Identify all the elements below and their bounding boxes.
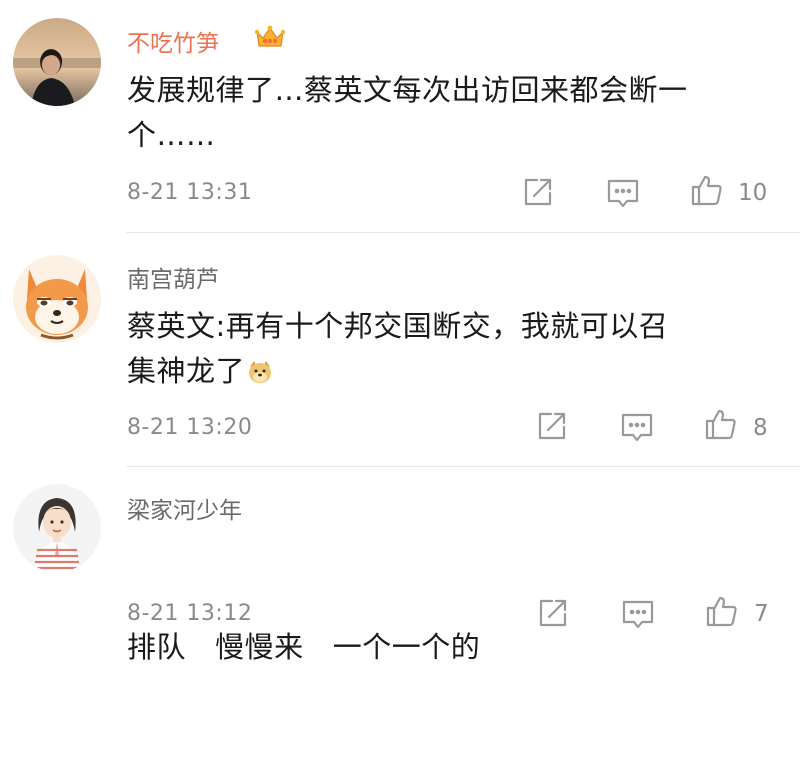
comment-text: 发展规律了…蔡英文每次出访回来都会断一 个……: [127, 68, 777, 158]
repost-icon[interactable]: [535, 409, 569, 443]
comment-item: 南宫葫芦 蔡英文:再有十个邦交国断交，我就可以召 集神龙了 8-21 13:20: [0, 233, 800, 466]
username[interactable]: 不吃竹笋: [127, 24, 219, 58]
like-count: 8: [753, 415, 768, 441]
comment-text: 排队 慢慢来 一个一个的: [127, 535, 777, 760]
timestamp: 8-21 13:31: [127, 180, 253, 205]
comment-icon[interactable]: [606, 177, 640, 211]
avatar[interactable]: [13, 18, 101, 106]
comment-icon[interactable]: [621, 598, 655, 632]
like-count: 10: [738, 180, 768, 206]
avatar[interactable]: [13, 484, 101, 572]
comment-item: 梁家河少年 排队 慢慢来 一个一个的 8-21 13:12 7: [0, 467, 800, 665]
comment-text-line: 个……: [127, 118, 216, 152]
like-icon[interactable]: [690, 173, 724, 207]
like-count: 7: [754, 601, 769, 627]
timestamp: 8-21 13:20: [127, 415, 253, 440]
avatar[interactable]: [13, 255, 101, 343]
like-icon[interactable]: [704, 407, 738, 441]
repost-icon[interactable]: [521, 175, 555, 209]
username[interactable]: 南宫葫芦: [127, 260, 219, 294]
crown-icon: [254, 24, 286, 50]
comment-text-line: 集神龙了: [127, 349, 777, 394]
username[interactable]: 梁家河少年: [127, 491, 242, 525]
comment-text: 蔡英文:再有十个邦交国断交，我就可以召 集神龙了: [127, 304, 777, 394]
timestamp: 8-21 13:12: [127, 601, 253, 626]
like-icon[interactable]: [705, 594, 739, 628]
comment-text-line: 蔡英文:再有十个邦交国断交，我就可以召: [127, 309, 669, 343]
comment-text-line: 发展规律了…蔡英文每次出访回来都会断一: [127, 73, 688, 107]
repost-icon[interactable]: [536, 596, 570, 630]
doge-emoji-icon: [247, 359, 273, 385]
comment-text-fragment: 集神龙了: [127, 354, 246, 388]
comment-item: 不吃竹笋 发展规律了…蔡英文每次出访回来都会断一 个…… 8-21 13:31: [0, 0, 800, 232]
comment-text-line: 排队 慢慢来 一个一个的: [127, 630, 481, 664]
comment-icon[interactable]: [620, 411, 654, 445]
